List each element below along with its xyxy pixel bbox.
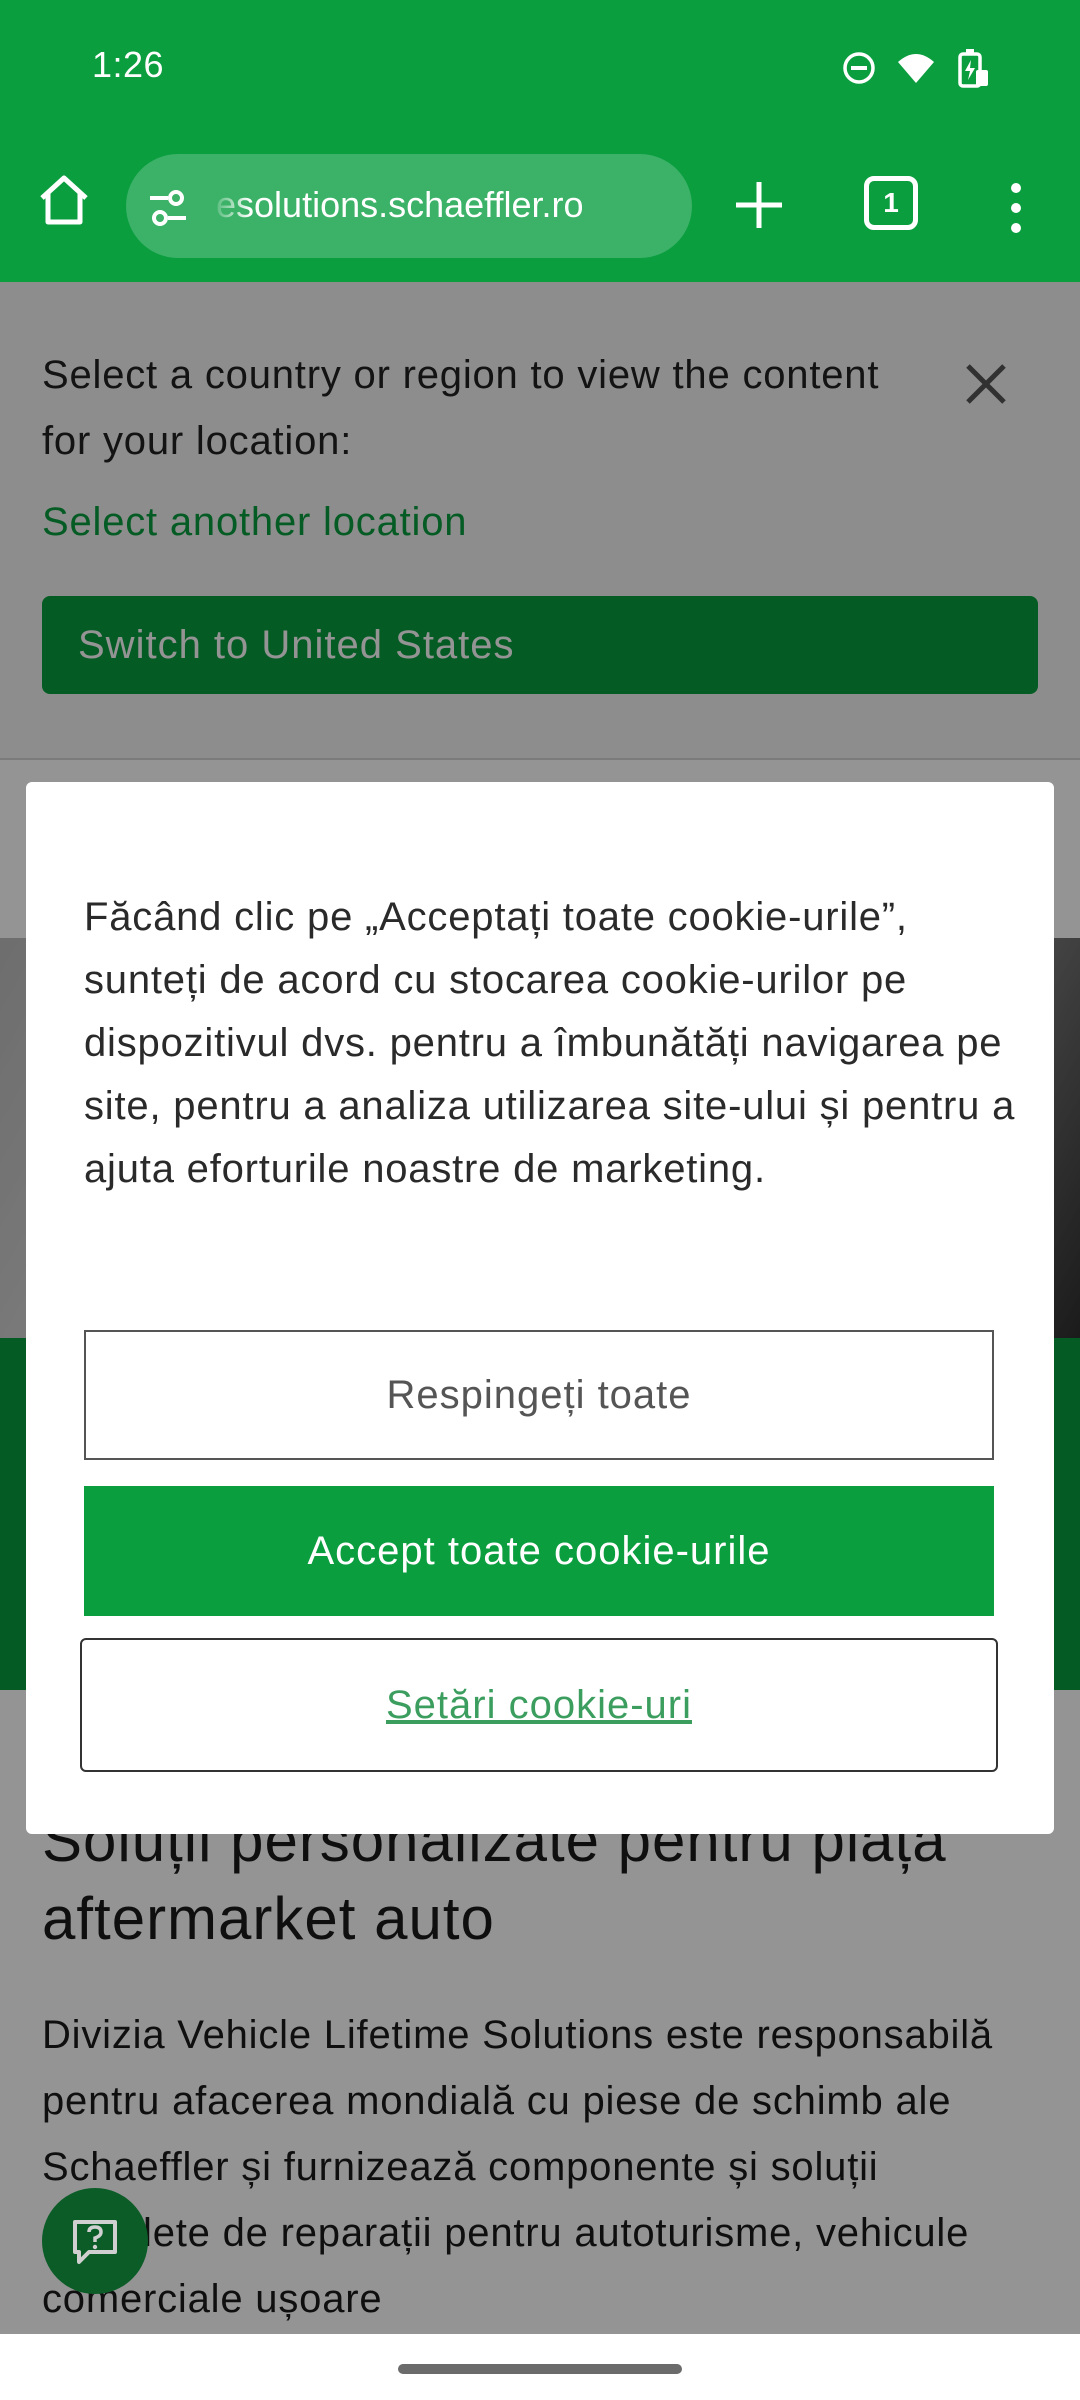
do-not-disturb-icon bbox=[842, 51, 876, 85]
help-chat-icon bbox=[73, 2220, 117, 2264]
url-fade bbox=[210, 154, 250, 258]
cookie-settings-button[interactable]: Setări cookie-uri bbox=[80, 1638, 998, 1772]
url-text[interactable]: esolutions.schaeffler.ro bbox=[216, 184, 584, 226]
new-tab-icon[interactable] bbox=[730, 176, 788, 234]
status-time: 1:26 bbox=[92, 44, 165, 85]
more-menu-icon[interactable] bbox=[1006, 178, 1026, 238]
cookie-message: Făcând clic pe „Acceptați toate cookie-u… bbox=[84, 895, 1016, 1191]
reject-all-button[interactable]: Respingeți toate bbox=[84, 1330, 994, 1460]
home-gesture-handle[interactable] bbox=[398, 2364, 682, 2374]
accept-all-button[interactable]: Accept toate cookie-urile bbox=[84, 1486, 994, 1616]
status-icons bbox=[842, 48, 990, 88]
browser-toolbar: esolutions.schaeffler.ro 1 bbox=[0, 140, 1080, 282]
status-bar: 1:26 bbox=[0, 0, 1080, 140]
address-bar[interactable]: esolutions.schaeffler.ro bbox=[126, 154, 692, 258]
chat-button[interactable] bbox=[42, 2188, 148, 2294]
site-settings-icon[interactable] bbox=[146, 186, 190, 230]
home-icon[interactable] bbox=[34, 170, 94, 230]
battery-charging-icon bbox=[956, 48, 990, 88]
cookie-dialog: Făcând clic pe „Acceptați toate cookie-u… bbox=[26, 782, 1054, 1834]
tab-switcher-icon[interactable]: 1 bbox=[864, 176, 918, 230]
gesture-nav-bar bbox=[0, 2334, 1080, 2400]
wifi-icon bbox=[896, 52, 936, 84]
